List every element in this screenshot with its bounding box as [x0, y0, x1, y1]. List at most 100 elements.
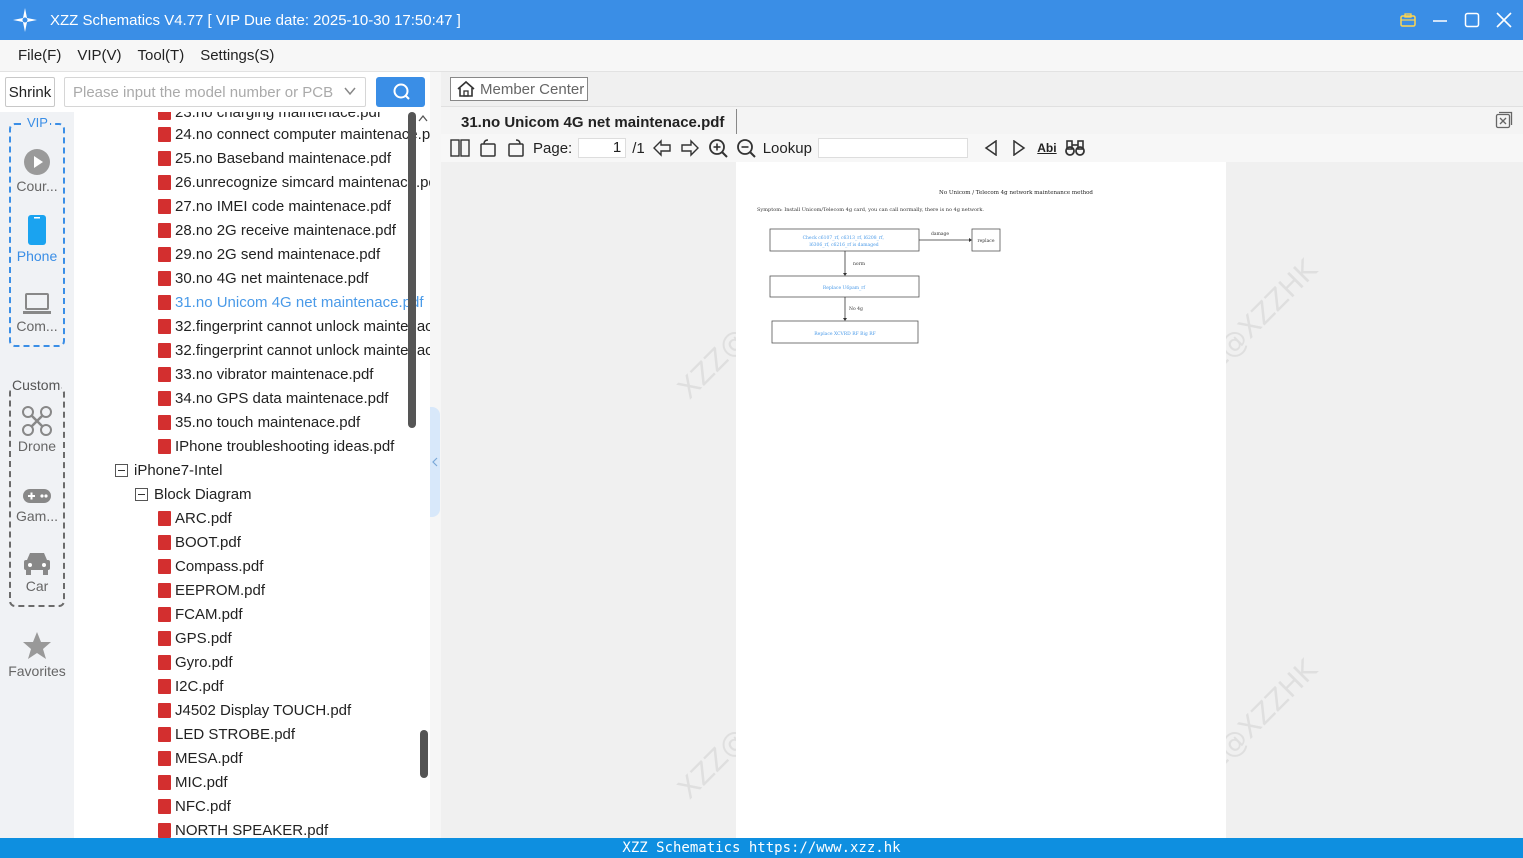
- pdf-file-icon: [158, 342, 171, 358]
- tree-file-item[interactable]: ARC.pdf: [158, 506, 232, 530]
- tree-file-item[interactable]: NFC.pdf: [158, 794, 231, 818]
- tree-file-item[interactable]: FCAM.pdf: [158, 602, 243, 626]
- document-tab[interactable]: 31.no Unicom 4G net maintenace.pdf: [451, 109, 738, 135]
- tree-file-item[interactable]: GPS.pdf: [158, 626, 232, 650]
- match-case-button[interactable]: Abi: [1036, 137, 1058, 159]
- category-label: Phone: [16, 248, 58, 264]
- pdf-file-icon: [158, 174, 171, 190]
- tree-file-item[interactable]: IPhone troubleshooting ideas.pdf: [158, 434, 394, 458]
- tree-file-item[interactable]: BOOT.pdf: [158, 530, 241, 554]
- tree-file-item[interactable]: NORTH SPEAKER.pdf: [158, 818, 328, 838]
- scroll-up-icon[interactable]: [418, 114, 428, 124]
- menu-vip[interactable]: VIP(V): [77, 47, 121, 64]
- doc-symptom: Symptom: Install Unicom/Telecom 4g card,…: [757, 207, 984, 213]
- search-row: Shrink Please input the model number or …: [0, 72, 430, 112]
- collapse-icon[interactable]: [135, 487, 148, 501]
- vip-group-label: VIP: [25, 115, 50, 130]
- tree-file-item[interactable]: 32.fingerprint cannot unlock maintenace.…: [158, 314, 430, 338]
- edge-no4g-label: No 4g: [849, 306, 863, 312]
- tree-file-item[interactable]: 34.no GPS data maintenace.pdf: [158, 386, 388, 410]
- zoom-out-icon[interactable]: [735, 137, 757, 159]
- pdf-file-icon: [158, 534, 171, 550]
- tree-file-item[interactable]: Gyro.pdf: [158, 650, 233, 674]
- pdf-viewer[interactable]: XZZ@XZZHK XZZ@XZZHK XZZ@XZZHK XZZ@XZZHK …: [441, 162, 1523, 838]
- next-page-arrow-icon[interactable]: [679, 137, 701, 159]
- tree-file-item[interactable]: 26.unrecognize simcard maintenace.pdf: [158, 170, 430, 194]
- lookup-input[interactable]: [817, 138, 968, 158]
- tree-file-item[interactable]: 28.no 2G receive maintenace.pdf: [158, 218, 396, 242]
- category-car[interactable]: Car: [0, 542, 74, 594]
- flow-box-check-text: Check c6107_rf, c6313_rf, l6208_rf, l630…: [803, 235, 886, 248]
- tree-file-item[interactable]: EEPROM.pdf: [158, 578, 265, 602]
- tree-file-item[interactable]: MIC.pdf: [158, 770, 228, 794]
- file-tree: 23.no charging maintenace.pdf 24.no conn…: [74, 112, 430, 838]
- category-label: Drone: [17, 438, 57, 454]
- collapse-icon[interactable]: [115, 463, 128, 477]
- find-previous-icon[interactable]: [980, 137, 1002, 159]
- category-game[interactable]: Gam...: [0, 472, 74, 524]
- category-drone[interactable]: Drone: [0, 402, 74, 454]
- chevron-left-icon: [432, 457, 438, 467]
- two-page-view-icon[interactable]: [449, 137, 471, 159]
- search-input[interactable]: Please input the model number or PCB: [64, 77, 366, 107]
- tree-file-item[interactable]: MESA.pdf: [158, 746, 243, 770]
- tree-file-item[interactable]: 24.no connect computer maintenace.pdf: [158, 122, 430, 146]
- page-number-input[interactable]: 1: [578, 138, 627, 158]
- tree-file-item[interactable]: 25.no Baseband maintenace.pdf: [158, 146, 391, 170]
- tree-file-item[interactable]: Compass.pdf: [158, 554, 263, 578]
- pdf-file-icon: [158, 606, 171, 622]
- category-bar: VIP Custom Cour... Phone Com... Drone Ga…: [0, 112, 74, 838]
- tree-file-item[interactable]: 32.fingerprint cannot unlock maintenace.…: [158, 338, 430, 362]
- tree-subgroup-block-diagram[interactable]: Block Diagram: [135, 482, 252, 506]
- pdf-file-icon: [158, 582, 171, 598]
- panel-splitter[interactable]: [430, 72, 441, 838]
- vip-briefcase-icon[interactable]: [1399, 11, 1417, 29]
- category-phone[interactable]: Phone: [0, 212, 74, 264]
- search-placeholder: Please input the model number or PCB: [73, 83, 334, 101]
- play-circle-icon: [0, 142, 74, 176]
- category-course[interactable]: Cour...: [0, 142, 74, 194]
- maximize-button[interactable]: [1463, 11, 1481, 29]
- search-button[interactable]: [376, 77, 425, 107]
- tree-file-item[interactable]: J4502 Display TOUCH.pdf: [158, 698, 351, 722]
- tree-scrollbar-lower[interactable]: [420, 730, 428, 778]
- rotate-left-icon[interactable]: [477, 137, 499, 159]
- flow-box-replace-pam-text: Replace U6pam_rf: [823, 285, 866, 291]
- minimize-button[interactable]: [1431, 11, 1449, 29]
- tree-file-item[interactable]: I2C.pdf: [158, 674, 223, 698]
- chevron-down-icon[interactable]: [343, 84, 357, 102]
- previous-page-arrow-icon[interactable]: [651, 137, 673, 159]
- close-button[interactable]: [1495, 11, 1513, 29]
- member-center-button[interactable]: Member Center: [450, 77, 588, 101]
- tree-file-item-selected[interactable]: 31.no Unicom 4G net maintenace.pdf: [158, 290, 423, 314]
- menu-settings[interactable]: Settings(S): [200, 47, 274, 64]
- tree-file-item[interactable]: 29.no 2G send maintenace.pdf: [158, 242, 380, 266]
- flow-box-replace-xcvr-text: Replace XCVRD RF Big RF: [814, 331, 875, 337]
- tree-file-item[interactable]: 30.no 4G net maintenace.pdf: [158, 266, 368, 290]
- menu-file[interactable]: File(F): [18, 47, 61, 64]
- find-next-icon[interactable]: [1008, 137, 1030, 159]
- tree-file-item[interactable]: 27.no IMEI code maintenace.pdf: [158, 194, 391, 218]
- close-all-tabs-icon[interactable]: [1495, 111, 1513, 129]
- category-label: Car: [25, 578, 49, 594]
- shrink-button[interactable]: Shrink: [5, 77, 55, 107]
- binoculars-icon[interactable]: [1064, 137, 1086, 159]
- pdf-file-icon: [158, 654, 171, 670]
- category-computer[interactable]: Com...: [0, 282, 74, 334]
- lookup-label: Lookup: [762, 139, 812, 157]
- pdf-file-icon: [158, 222, 171, 238]
- tree-file-item[interactable]: 33.no vibrator maintenace.pdf: [158, 362, 373, 386]
- pdf-file-icon: [158, 294, 171, 310]
- menu-bar: File(F) VIP(V) Tool(T) Settings(S): [0, 40, 1523, 72]
- tree-file-item[interactable]: 35.no touch maintenace.pdf: [158, 410, 360, 434]
- collapse-panel-tab[interactable]: [430, 407, 440, 517]
- pdf-file-icon: [158, 390, 171, 406]
- rotate-right-icon[interactable]: [505, 137, 527, 159]
- tree-scrollbar-upper[interactable]: [408, 112, 416, 428]
- tree-file-item[interactable]: LED STROBE.pdf: [158, 722, 295, 746]
- zoom-in-icon[interactable]: [707, 137, 729, 159]
- document-tab-bar: 31.no Unicom 4G net maintenace.pdf: [441, 106, 1523, 135]
- tree-group-iphone7-intel[interactable]: iPhone7-Intel: [115, 458, 222, 482]
- category-favorites[interactable]: Favorites: [0, 627, 74, 679]
- menu-tool[interactable]: Tool(T): [138, 47, 185, 64]
